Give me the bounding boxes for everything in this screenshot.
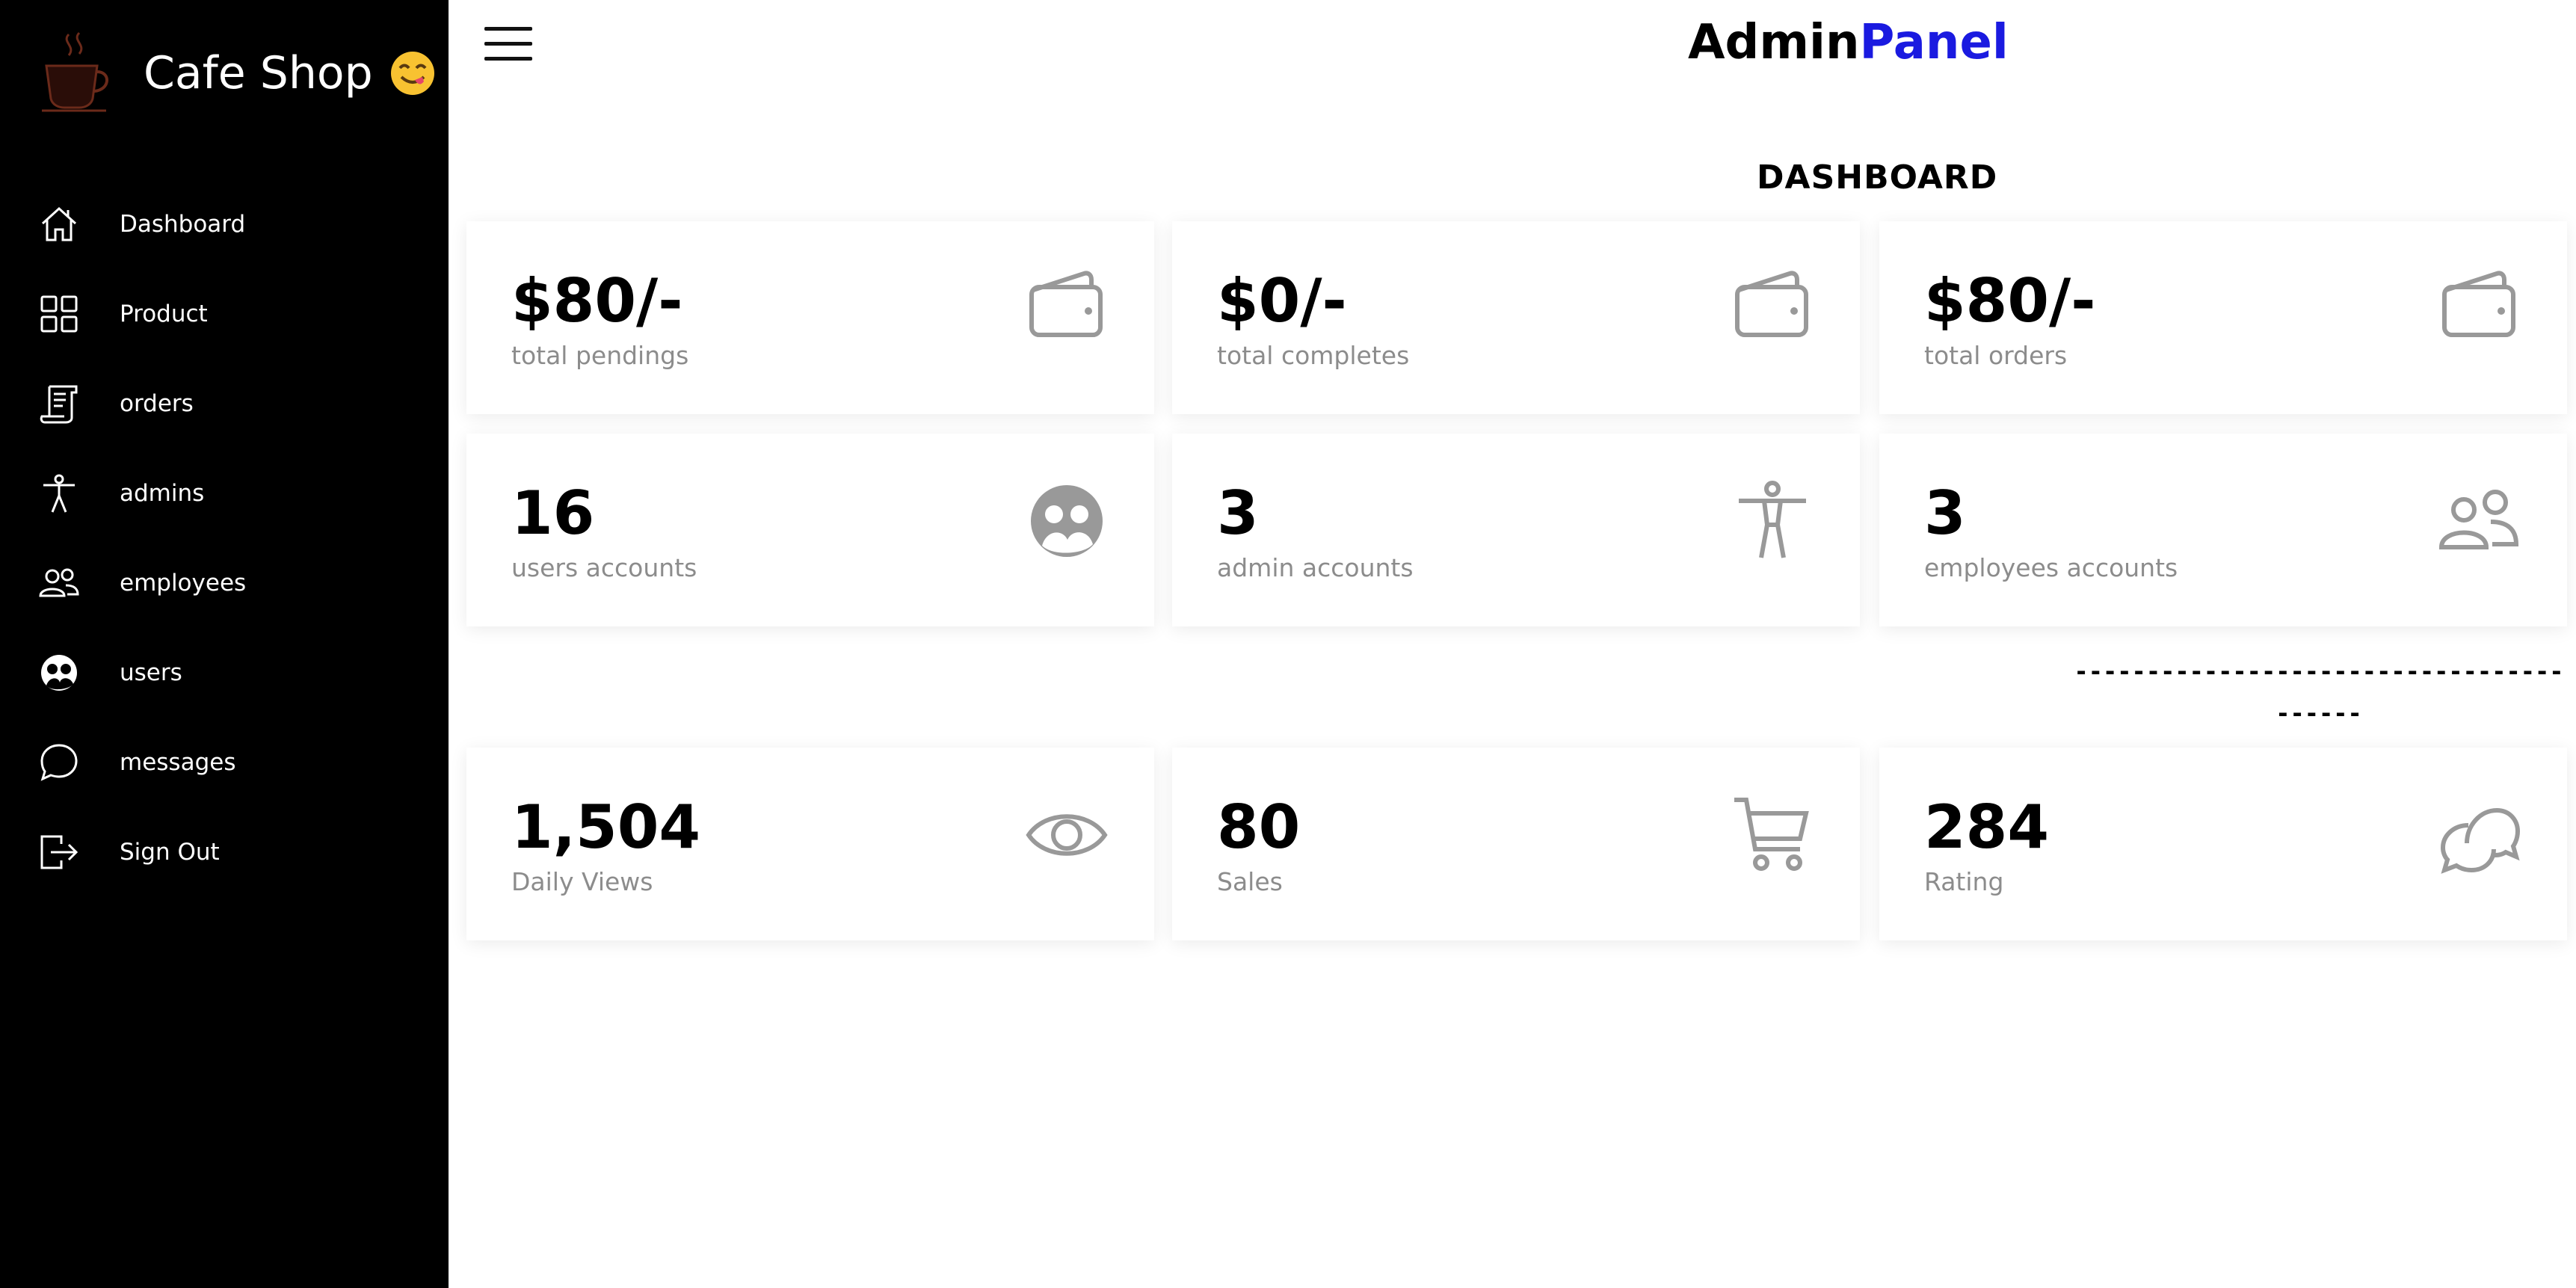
stat-card-users-accounts[interactable]: 16 users accounts [466, 434, 1154, 626]
sidebar-item-admins[interactable]: admins [0, 449, 449, 538]
sidebar: Cafe Shop Dashboard Product orders admin… [0, 0, 449, 1288]
chat-bubble-icon [40, 744, 78, 781]
sidebar-item-label: orders [120, 390, 194, 417]
stat-value: $0/- [1217, 266, 1347, 336]
stat-label: Rating [1924, 867, 2004, 896]
stat-label: admin accounts [1217, 553, 1414, 582]
sidebar-item-messages[interactable]: messages [0, 718, 449, 807]
sidebar-item-employees[interactable]: employees [0, 538, 449, 628]
stat-value: 1,504 [511, 792, 701, 862]
receipt-icon [40, 385, 78, 424]
sidebar-item-label: Dashboard [120, 211, 246, 238]
stat-label: total orders [1924, 341, 2068, 370]
sidebar-item-dashboard[interactable]: Dashboard [0, 179, 449, 269]
wallet-icon [1735, 271, 1808, 337]
page-title: DASHBOARD [1757, 158, 1998, 197]
stat-label: users accounts [511, 553, 697, 582]
grid-icon [40, 295, 78, 333]
stat-label: Daily Views [511, 867, 653, 896]
stat-card-rating[interactable]: 284 Rating [1879, 748, 2567, 940]
sidebar-item-label: Product [120, 301, 208, 327]
title-part-admin: Admin [1688, 15, 1860, 70]
cart-icon [1734, 798, 1809, 871]
wallet-icon [1029, 271, 1103, 337]
sign-out-icon [40, 835, 78, 869]
home-icon [41, 206, 77, 241]
yum-emoji-icon [390, 52, 434, 95]
title-part-panel: Panel [1859, 15, 2009, 70]
stat-label: Sales [1217, 867, 1283, 896]
sidebar-item-label: Sign Out [120, 839, 220, 866]
people-icon [39, 568, 79, 597]
sidebar-item-label: admins [120, 480, 205, 507]
sidebar-item-sign-out[interactable]: Sign Out [0, 807, 449, 897]
brand-name-text: Cafe Shop [144, 47, 373, 99]
sidebar-item-label: users [120, 659, 182, 686]
sidebar-nav: Dashboard Product orders admins employee… [0, 179, 449, 897]
stat-card-total-orders[interactable]: $80/- total orders [1879, 221, 2567, 414]
stat-card-total-pendings[interactable]: $80/- total pendings [466, 221, 1154, 414]
brand-name: Cafe Shop [144, 47, 436, 99]
user-face-icon [1031, 485, 1103, 557]
stat-card-daily-views[interactable]: 1,504 Daily Views [466, 748, 1154, 940]
sidebar-item-orders[interactable]: orders [0, 359, 449, 449]
sidebar-item-users[interactable]: users [0, 628, 449, 718]
accessibility-icon [43, 474, 75, 513]
sidebar-item-label: employees [120, 570, 247, 597]
stat-card-employees-accounts[interactable]: 3 employees accounts [1879, 434, 2567, 626]
stat-value: 284 [1924, 792, 2049, 862]
user-face-icon [41, 655, 77, 691]
stat-value: 3 [1217, 478, 1259, 548]
stat-label: total completes [1217, 341, 1410, 370]
divider-line-1: ---------------------------------------- [2074, 657, 2564, 727]
accessibility-icon [1739, 481, 1806, 558]
stat-card-admin-accounts[interactable]: 3 admin accounts [1172, 434, 1860, 626]
brand[interactable]: Cafe Shop [39, 16, 436, 130]
stat-label: employees accounts [1924, 553, 2178, 582]
stat-value: 80 [1217, 792, 1301, 862]
stat-card-total-completes[interactable]: $0/- total completes [1172, 221, 1860, 414]
stat-value: $80/- [511, 266, 683, 336]
coffee-cup-icon [42, 31, 108, 112]
chat-bubbles-icon [2440, 807, 2521, 874]
stat-label: total pendings [511, 341, 689, 370]
stat-value: 16 [511, 478, 595, 548]
admin-panel-title: AdminPanel [1688, 15, 2009, 70]
stat-card-sales[interactable]: 80 Sales [1172, 748, 1860, 940]
sidebar-item-label: messages [120, 749, 236, 776]
people-icon [2438, 490, 2519, 549]
main-content: AdminPanel DASHBOARD $80/- total pending… [449, 0, 2576, 1288]
menu-toggle-button[interactable] [484, 27, 532, 61]
sidebar-item-product[interactable]: Product [0, 269, 449, 359]
stat-value: 3 [1924, 478, 1966, 548]
wallet-icon [2442, 271, 2515, 337]
eye-icon [1026, 814, 1108, 856]
stat-value: $80/- [1924, 266, 2096, 336]
